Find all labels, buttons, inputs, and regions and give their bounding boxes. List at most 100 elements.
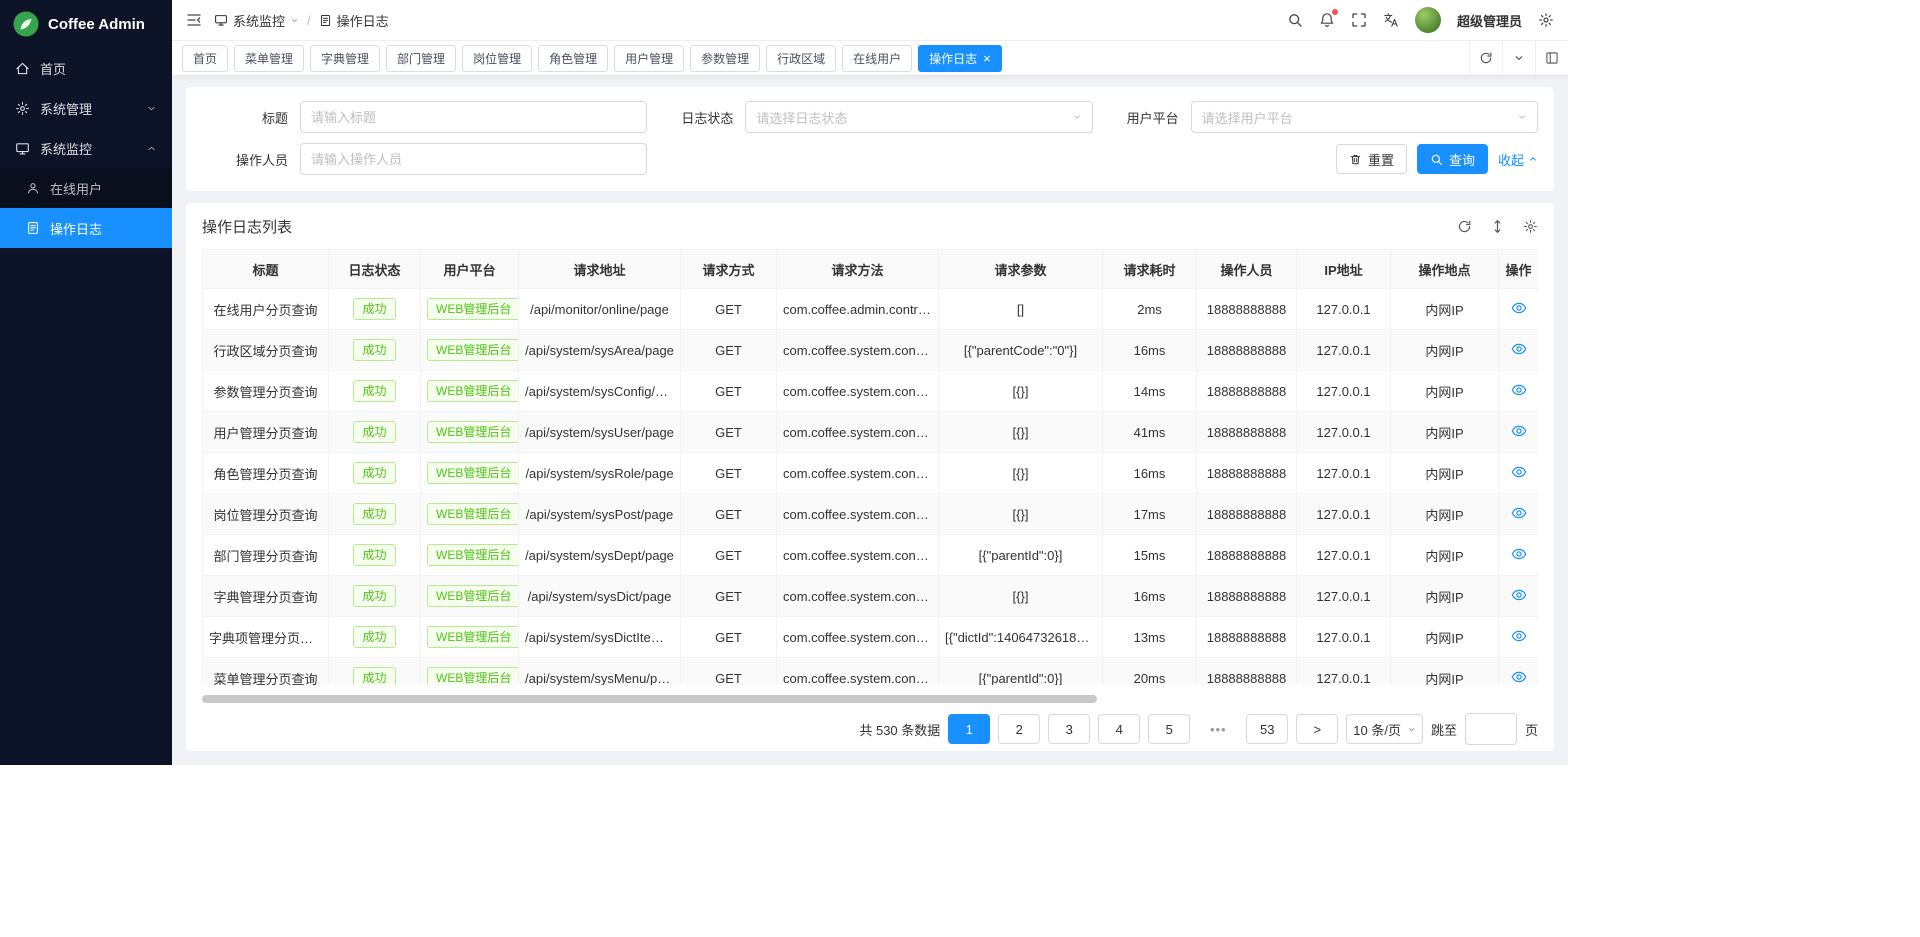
cell-status: 成功 (329, 412, 421, 453)
column-height-icon[interactable] (1490, 219, 1505, 234)
cell-status: 成功 (329, 658, 421, 686)
cell-platform: WEB管理后台 (421, 289, 519, 330)
search-icon (1430, 153, 1443, 166)
tab-item[interactable]: 字典管理 (310, 45, 380, 72)
column-header: 用户平台 (421, 250, 519, 289)
layout-icon[interactable] (1535, 41, 1568, 75)
reset-button-label: 重置 (1368, 150, 1394, 169)
sidebar-item-home[interactable]: 首页 (0, 48, 172, 88)
horizontal-scrollbar-thumb[interactable] (202, 695, 1097, 703)
cell-operator: 18888888888 (1197, 576, 1297, 617)
page-size-select[interactable]: 10 条/页 (1346, 714, 1423, 744)
cell-method: GET (681, 371, 777, 412)
cell-platform: WEB管理后台 (421, 330, 519, 371)
menu-fold-icon[interactable] (186, 12, 202, 28)
pagination-page[interactable]: 53 (1246, 714, 1288, 744)
sidebar-item-system-management[interactable]: 系统管理 (0, 88, 172, 128)
view-detail-button[interactable] (1511, 505, 1527, 521)
sidebar-item-label: 系统管理 (40, 99, 92, 118)
tab-item[interactable]: 参数管理 (690, 45, 760, 72)
view-detail-button[interactable] (1511, 628, 1527, 644)
settings-icon[interactable] (1538, 12, 1554, 28)
sidebar-item-system-monitor[interactable]: 系统监控 (0, 128, 172, 168)
sidebar-item-operation-log[interactable]: 操作日志 (0, 208, 172, 248)
platform-badge: WEB管理后台 (427, 503, 519, 525)
cell-status: 成功 (329, 330, 421, 371)
chevron-down-icon[interactable] (1502, 41, 1535, 75)
tab-close-icon[interactable]: × (983, 52, 991, 65)
app-logo[interactable]: Coffee Admin (0, 0, 172, 48)
pagination-ellipsis[interactable]: ••• (1198, 715, 1238, 743)
pagination: 共 530 条数据 12345•••53 > 10 条/页 跳至 页 (202, 707, 1538, 751)
cell-method: GET (681, 289, 777, 330)
reset-button[interactable]: 重置 (1336, 144, 1407, 174)
chevron-down-icon (1072, 112, 1082, 122)
cell-url: /api/system/sysArea/page (519, 330, 681, 371)
tab-item[interactable]: 在线用户 (842, 45, 912, 72)
pagination-page[interactable]: 5 (1148, 714, 1190, 744)
translate-icon[interactable] (1383, 12, 1399, 28)
tab-item[interactable]: 行政区域 (766, 45, 836, 72)
cell-action (1499, 494, 1539, 535)
cell-status: 成功 (329, 289, 421, 330)
cell-url: /api/monitor/online/page (519, 289, 681, 330)
log-status-placeholder: 请选择日志状态 (756, 108, 1071, 127)
cell-method: GET (681, 617, 777, 658)
tab-item[interactable]: 操作日志× (918, 45, 1002, 72)
cell-location: 内网IP (1391, 330, 1499, 371)
tab-item[interactable]: 角色管理 (538, 45, 608, 72)
bell-icon[interactable] (1319, 12, 1335, 28)
pagination-next-button[interactable]: > (1296, 714, 1338, 744)
tab-item[interactable]: 首页 (182, 45, 228, 72)
title-input[interactable] (300, 101, 647, 133)
avatar[interactable] (1415, 7, 1441, 33)
username[interactable]: 超级管理员 (1457, 11, 1522, 30)
collapse-toggle[interactable]: 收起 (1498, 150, 1538, 169)
pagination-page[interactable]: 3 (1048, 714, 1090, 744)
view-detail-button[interactable] (1511, 669, 1527, 685)
view-detail-button[interactable] (1511, 382, 1527, 398)
topbar: 系统监控 / 操作日志 (172, 0, 1568, 41)
view-detail-button[interactable] (1511, 341, 1527, 357)
table-row: 在线用户分页查询成功WEB管理后台/api/monitor/online/pag… (203, 289, 1539, 330)
sidebar-item-online-users[interactable]: 在线用户 (0, 168, 172, 208)
settings-icon[interactable] (1523, 219, 1538, 234)
cell-operator: 18888888888 (1197, 658, 1297, 686)
fullscreen-icon[interactable] (1351, 12, 1367, 28)
user-platform-placeholder: 请选择用户平台 (1202, 108, 1517, 127)
view-detail-button[interactable] (1511, 300, 1527, 316)
platform-badge: WEB管理后台 (427, 544, 519, 566)
view-detail-button[interactable] (1511, 464, 1527, 480)
refresh-icon[interactable] (1457, 219, 1472, 234)
tab-item[interactable]: 用户管理 (614, 45, 684, 72)
cell-title: 部门管理分页查询 (203, 535, 329, 576)
jump-unit: 页 (1525, 720, 1538, 739)
cell-platform: WEB管理后台 (421, 576, 519, 617)
cell-ip: 127.0.0.1 (1297, 289, 1391, 330)
pagination-page[interactable]: 1 (948, 714, 990, 744)
cell-platform: WEB管理后台 (421, 412, 519, 453)
cell-action (1499, 617, 1539, 658)
tab-item[interactable]: 岗位管理 (462, 45, 532, 72)
breadcrumb-root[interactable]: 系统监控 (214, 11, 299, 30)
cell-duration: 16ms (1103, 576, 1197, 617)
cell-method: GET (681, 453, 777, 494)
view-detail-button[interactable] (1511, 587, 1527, 603)
tab-item[interactable]: 部门管理 (386, 45, 456, 72)
search-button[interactable]: 查询 (1417, 144, 1488, 174)
cell-handler: com.coffee.admin.controller... (777, 289, 939, 330)
pagination-page[interactable]: 2 (998, 714, 1040, 744)
tab-item[interactable]: 菜单管理 (234, 45, 304, 72)
pagination-page[interactable]: 4 (1098, 714, 1140, 744)
user-platform-select[interactable]: 请选择用户平台 (1191, 101, 1538, 133)
jump-page-input[interactable] (1465, 713, 1517, 745)
view-detail-button[interactable] (1511, 546, 1527, 562)
cell-params: [] (939, 289, 1103, 330)
refresh-icon[interactable] (1469, 41, 1502, 75)
cell-action (1499, 330, 1539, 371)
view-detail-button[interactable] (1511, 423, 1527, 439)
cell-ip: 127.0.0.1 (1297, 371, 1391, 412)
search-icon[interactable] (1287, 12, 1303, 28)
operator-input[interactable] (300, 143, 647, 175)
log-status-select[interactable]: 请选择日志状态 (745, 101, 1092, 133)
